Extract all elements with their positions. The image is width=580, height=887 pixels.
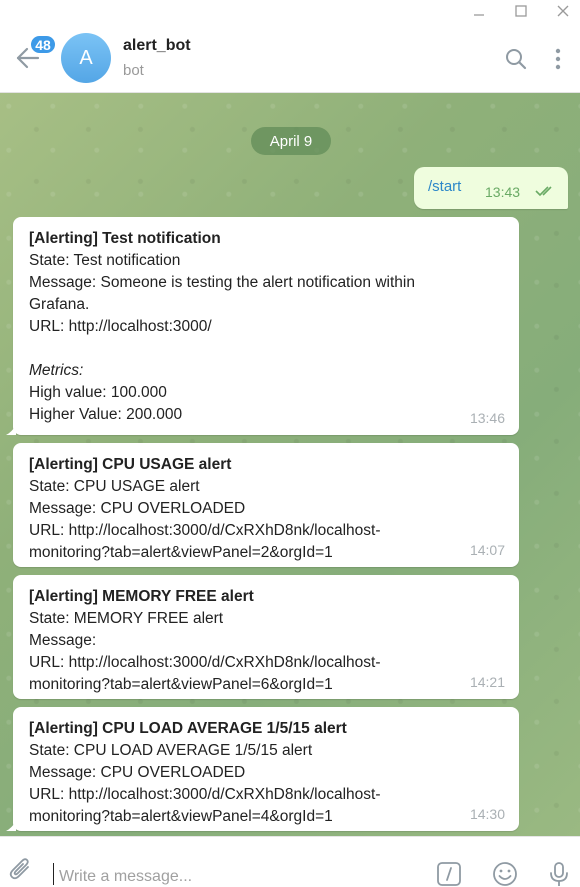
message-line: State: CPU LOAD AVERAGE 1/5/15 alert — [29, 742, 313, 759]
message-link-line[interactable]: URL: http://localhost:3000/d/CxRXhD8nk/l… — [29, 520, 503, 542]
minimize-icon[interactable] — [462, 0, 496, 22]
attach-paperclip-icon[interactable] — [8, 857, 34, 883]
message-link-line[interactable]: URL: http://localhost:3000/d/CxRXhD8nk/l… — [29, 652, 503, 674]
message-link-line[interactable]: monitoring?tab=alert&viewPanel=4&orgId=1 — [29, 806, 503, 828]
message-link-line[interactable]: monitoring?tab=alert&viewPanel=2&orgId=1 — [29, 542, 503, 564]
chat-area[interactable]: April 9 /start 13:43 [Alerting] Test not… — [0, 93, 580, 836]
search-icon[interactable] — [503, 46, 529, 72]
maximize-icon[interactable] — [504, 0, 538, 22]
chat-subtitle: bot — [123, 62, 144, 79]
message-link-line[interactable]: monitoring?tab=alert&viewPanel=6&orgId=1 — [29, 674, 503, 696]
message-line: State: Test notification — [29, 252, 181, 269]
outgoing-message-text[interactable]: /start — [428, 178, 461, 195]
message-line: High value: 100.000 — [29, 384, 167, 401]
message-line: Metrics: — [29, 362, 84, 379]
message-line: Grafana. — [29, 296, 90, 313]
message-time: 14:21 — [469, 674, 505, 690]
message-time: 14:30 — [469, 806, 505, 822]
chat-title[interactable]: alert_bot — [123, 37, 191, 55]
message-line: Message: Someone is testing the alert no… — [29, 274, 415, 291]
message-link-line[interactable]: URL: http://localhost:3000/ — [29, 316, 503, 338]
message-heading: [Alerting] CPU USAGE alert — [29, 456, 232, 473]
message-line: Higher Value: 200.000 — [29, 406, 183, 423]
message-link-line[interactable]: URL: http://localhost:3000/d/CxRXhD8nk/l… — [29, 784, 503, 806]
message-time: 14:07 — [469, 542, 505, 558]
message-line: Message: — [29, 632, 97, 649]
message-time: 13:46 — [469, 410, 505, 426]
text-caret — [53, 863, 54, 885]
bot-commands-icon[interactable] — [436, 861, 462, 887]
message-heading: [Alerting] CPU LOAD AVERAGE 1/5/15 alert — [29, 720, 347, 737]
microphone-icon[interactable] — [546, 861, 572, 887]
message-line: Message: CPU OVERLOADED — [29, 500, 246, 517]
message-line: State: MEMORY FREE alert — [29, 610, 224, 627]
close-icon[interactable] — [546, 0, 580, 22]
window-titlebar — [0, 0, 580, 24]
more-options-icon[interactable] — [545, 46, 571, 72]
incoming-message[interactable]: [Alerting] CPU USAGE alert State: CPU US… — [13, 443, 519, 567]
emoji-icon[interactable] — [492, 861, 518, 887]
bubble-tail — [6, 821, 16, 831]
message-line: State: CPU USAGE alert — [29, 478, 200, 495]
incoming-message[interactable]: [Alerting] Test notification State: Test… — [13, 217, 519, 435]
message-heading: [Alerting] Test notification — [29, 230, 221, 247]
incoming-message[interactable]: [Alerting] CPU LOAD AVERAGE 1/5/15 alert… — [13, 707, 519, 831]
message-line: Message: CPU OVERLOADED — [29, 764, 246, 781]
incoming-message[interactable]: [Alerting] MEMORY FREE alert State: MEMO… — [13, 575, 519, 699]
read-ticks-icon — [535, 186, 552, 197]
message-time: 13:43 — [485, 184, 521, 200]
message-heading: [Alerting] MEMORY FREE alert — [29, 588, 254, 605]
avatar[interactable]: A — [61, 33, 111, 83]
unread-count-badge: 48 — [29, 34, 57, 55]
date-separator: April 9 — [251, 127, 331, 155]
message-input[interactable]: Write a message... — [59, 868, 192, 886]
outgoing-message[interactable]: /start 13:43 — [414, 167, 568, 209]
message-input-bar: Write a message... — [0, 836, 580, 887]
bubble-tail — [6, 425, 16, 435]
chat-header: 48 A alert_bot bot — [0, 24, 580, 93]
